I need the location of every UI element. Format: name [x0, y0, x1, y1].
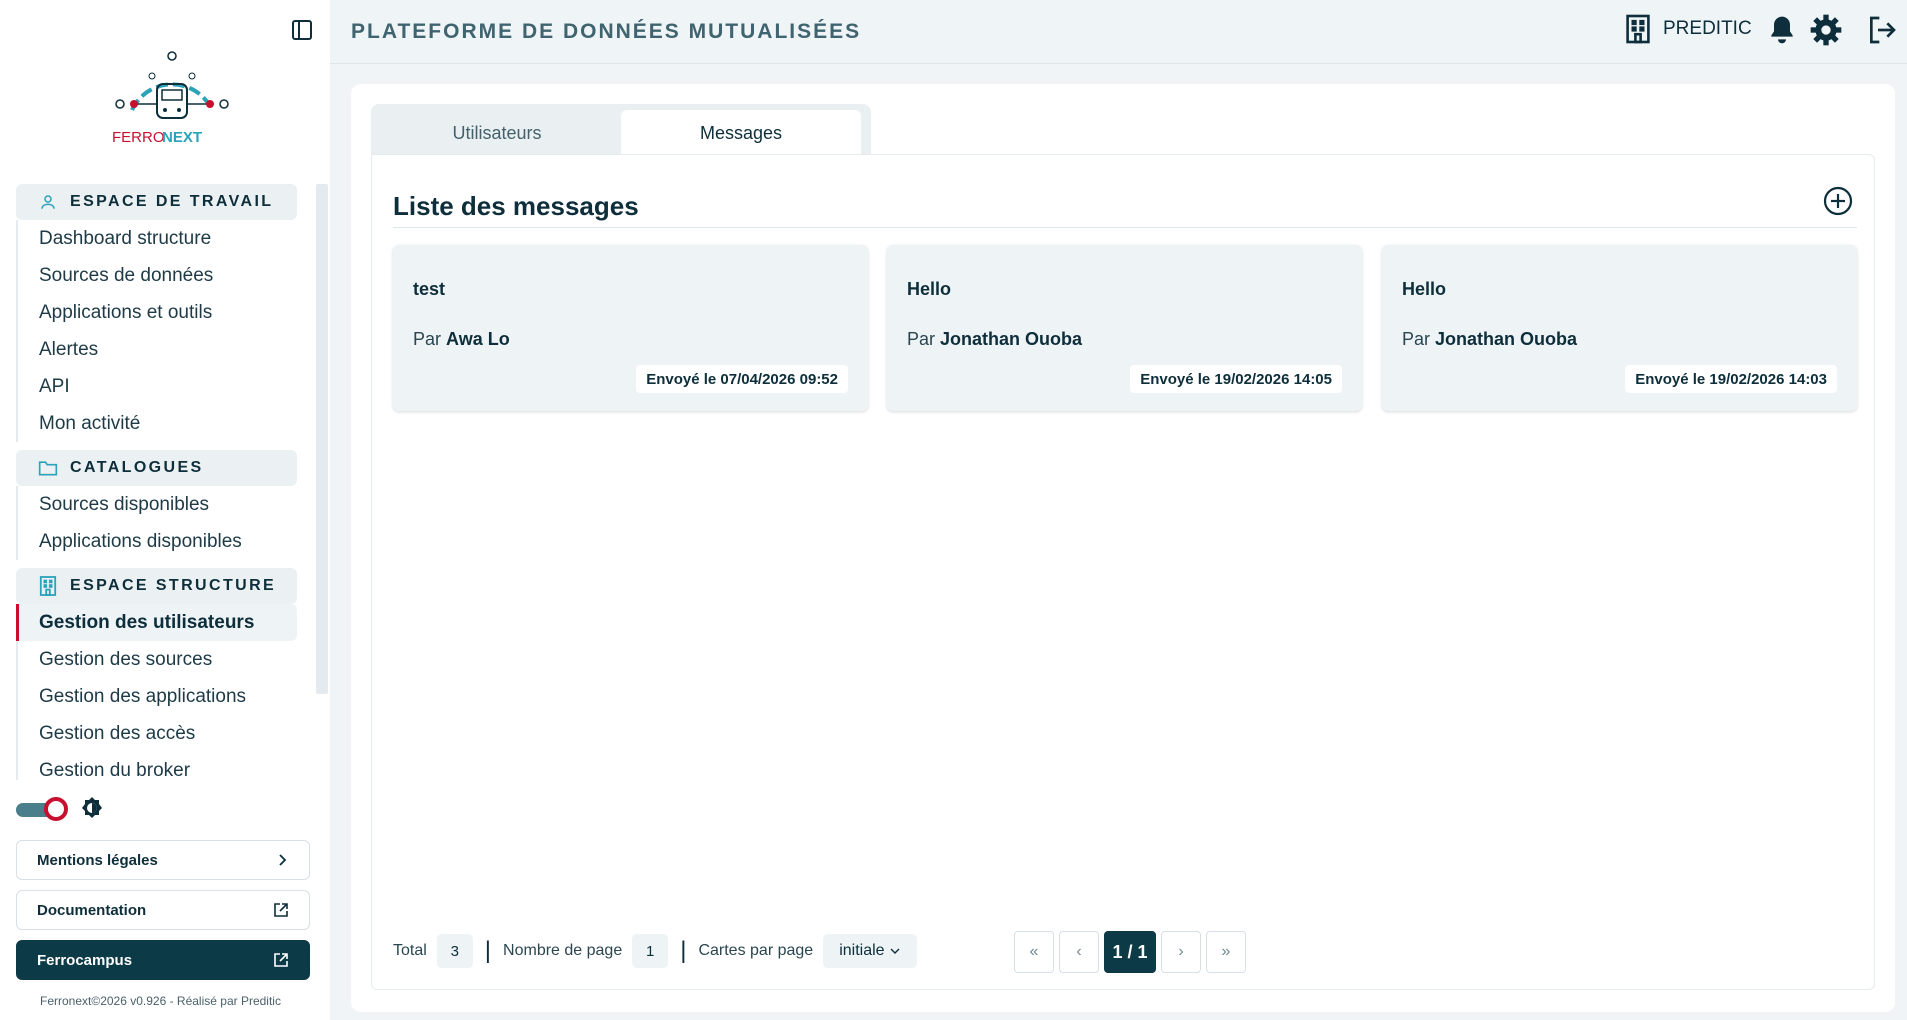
tab-messages[interactable]: Messages — [621, 110, 861, 156]
message-author: Par Jonathan Ouoba — [1402, 329, 1578, 349]
nav-group-catalogues: Sources disponibles Applications disponi… — [16, 486, 326, 560]
button-label: Ferrocampus — [37, 951, 133, 969]
tab-utilisateurs[interactable]: Utilisateurs — [377, 110, 617, 156]
external-link-icon — [274, 903, 288, 917]
button-label: Mentions légales — [37, 851, 158, 869]
first-page-button[interactable]: « — [1014, 931, 1054, 973]
messages-panel: Liste des messages test Par Awa Lo Envoy… — [371, 154, 1875, 990]
section-espace-structure: ESPACE STRUCTURE — [16, 568, 297, 604]
per-page-value: initiale — [839, 942, 885, 959]
nav-group-structure: Gestion des utilisateurs Gestion des sou… — [16, 604, 326, 780]
theme-switcher — [16, 796, 104, 821]
prev-page-button[interactable]: ‹ — [1059, 931, 1099, 973]
ferronext-logo: FERRO NEXT — [112, 51, 229, 146]
sidebar-item-sources[interactable]: Sources de données — [18, 257, 299, 294]
message-date-badge: Envoyé le 07/04/2026 09:52 — [636, 365, 848, 393]
gear-icon[interactable] — [1810, 14, 1842, 46]
separator: | — [680, 937, 687, 964]
message-card[interactable]: Hello Par Jonathan Ouoba Envoyé le 19/02… — [1382, 245, 1857, 411]
message-date-badge: Envoyé le 19/02/2026 14:03 — [1625, 365, 1837, 393]
button-label: Documentation — [37, 901, 147, 919]
sidebar-item-gestion-acces[interactable]: Gestion des accès — [18, 715, 299, 752]
bell-icon[interactable] — [1766, 14, 1798, 46]
section-catalogues: CATALOGUES — [16, 450, 297, 486]
separator: | — [484, 937, 492, 964]
message-date-badge: Envoyé le 19/02/2026 14:05 — [1130, 365, 1342, 393]
mentions-legales-button[interactable]: Mentions légales — [16, 840, 310, 880]
last-page-button[interactable]: » — [1206, 931, 1246, 973]
current-page: 1 / 1 — [1104, 931, 1156, 973]
title-divider — [393, 227, 1857, 228]
tab-bar: Utilisateurs Messages — [371, 104, 871, 156]
sidebar-item-applications[interactable]: Applications et outils — [18, 294, 299, 331]
building-icon — [38, 576, 58, 596]
ferrocampus-button[interactable]: Ferrocampus — [16, 940, 310, 980]
sidebar: FERRO NEXT ESPACE DE TRAVAIL Dashboard s… — [0, 0, 330, 1020]
logout-icon[interactable] — [1866, 14, 1898, 46]
sidebar-item-sources-disponibles[interactable]: Sources disponibles — [18, 486, 299, 523]
organization-selector[interactable]: PREDITIC — [1625, 14, 1752, 44]
nav-group-travail: Dashboard structure Sources de données A… — [16, 220, 326, 442]
page-title: Liste des messages — [393, 191, 639, 221]
list-footer: Total 3 | Nombre de page 1 | Cartes par … — [393, 933, 917, 969]
sidebar-item-activite[interactable]: Mon activité — [18, 405, 299, 442]
message-title: Hello — [1402, 279, 1447, 299]
per-page-select[interactable]: initiale — [823, 934, 917, 968]
svg-text:NEXT: NEXT — [162, 129, 202, 146]
total-count: 3 — [436, 934, 473, 968]
theme-toggle[interactable] — [16, 797, 68, 821]
folder-icon — [38, 458, 58, 478]
next-page-button[interactable]: › — [1161, 931, 1201, 973]
message-author: Par Jonathan Ouoba — [907, 329, 1083, 349]
sidebar-item-gestion-broker[interactable]: Gestion du broker — [18, 752, 299, 781]
sidebar-footer: Ferronext©2026 v0.926 - Réalisé par Pred… — [40, 994, 281, 1008]
message-title: Hello — [907, 279, 952, 299]
chevron-right-icon — [279, 854, 287, 866]
brightness-icon — [82, 797, 102, 818]
sidebar-toggle-icon[interactable] — [290, 18, 314, 42]
organization-name: PREDITIC — [1663, 18, 1752, 39]
chevron-down-icon — [890, 948, 900, 954]
documentation-button[interactable]: Documentation — [16, 890, 310, 930]
svg-text:FERRO: FERRO — [112, 129, 165, 146]
sidebar-item-api[interactable]: API — [18, 368, 299, 405]
section-label: CATALOGUES — [70, 459, 204, 476]
message-card[interactable]: test Par Awa Lo Envoyé le 07/04/2026 09:… — [393, 245, 868, 411]
sidebar-item-gestion-sources[interactable]: Gestion des sources — [18, 641, 299, 678]
pagination: « ‹ 1 / 1 › » — [1014, 931, 1246, 973]
pages-count: 1 — [632, 934, 669, 968]
main-card: Utilisateurs Messages Liste des messages… — [351, 84, 1895, 1012]
add-message-icon[interactable] — [1822, 185, 1854, 217]
per-page-label: Cartes par page — [698, 942, 814, 959]
section-label: ESPACE DE TRAVAIL — [70, 193, 274, 210]
section-label: ESPACE STRUCTURE — [70, 577, 277, 594]
section-espace-de-travail: ESPACE DE TRAVAIL — [16, 184, 297, 220]
total-label: Total — [393, 942, 427, 959]
pages-label: Nombre de page — [503, 942, 623, 959]
sidebar-item-alertes[interactable]: Alertes — [18, 331, 299, 368]
sidebar-item-applications-disponibles[interactable]: Applications disponibles — [18, 523, 299, 560]
message-card[interactable]: Hello Par Jonathan Ouoba Envoyé le 19/02… — [887, 245, 1362, 411]
app-title: PLATEFORME DE DONNÉES MUTUALISÉES — [351, 20, 862, 43]
building-icon — [1626, 14, 1650, 44]
sidebar-item-dashboard[interactable]: Dashboard structure — [18, 220, 299, 257]
user-icon — [38, 192, 58, 212]
sidebar-nav: ESPACE DE TRAVAIL Dashboard structure So… — [16, 184, 326, 780]
message-author: Par Awa Lo — [413, 329, 510, 349]
message-title: test — [413, 279, 446, 299]
top-header: PLATEFORME DE DONNÉES MUTUALISÉES PREDIT… — [330, 0, 1907, 64]
sidebar-item-gestion-applications[interactable]: Gestion des applications — [18, 678, 299, 715]
sidebar-item-utilisateurs[interactable]: Gestion des utilisateurs — [16, 604, 297, 641]
external-link-icon — [274, 953, 288, 967]
